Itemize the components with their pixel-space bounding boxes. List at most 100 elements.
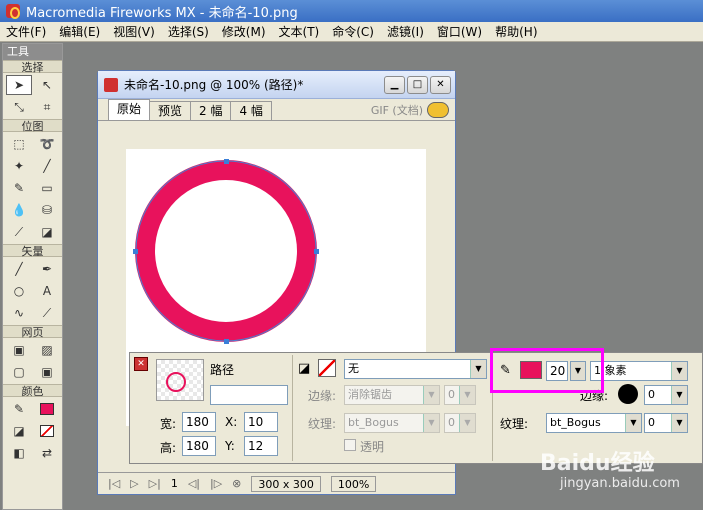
fill-texture-dropdown[interactable]: bt_Bogus ▼	[344, 413, 440, 433]
fill-edge-dropdown[interactable]: 消除锯齿 ▼	[344, 385, 440, 405]
height-input[interactable]: 180	[182, 436, 216, 456]
brush-tool-icon[interactable]: ╱	[34, 156, 60, 176]
path-point-top[interactable]	[224, 159, 229, 164]
baidu-watermark-url: jingyan.baidu.com	[560, 476, 680, 491]
fill-edge-amount[interactable]: 0 ▼	[444, 385, 476, 405]
document-icon	[104, 77, 118, 92]
swap-colors-icon[interactable]: ⇄	[34, 443, 60, 463]
scale-tool-icon[interactable]: ⤡	[6, 97, 32, 117]
menu-text[interactable]: 文本(T)	[279, 23, 320, 40]
menu-edit[interactable]: 编辑(E)	[59, 23, 100, 40]
line-tool-icon[interactable]: ╱	[6, 259, 32, 279]
rubber-stamp-tool-icon[interactable]: ⛁	[34, 200, 60, 220]
paint-bucket-tool-icon[interactable]: ◪	[34, 222, 60, 242]
blur-tool-icon[interactable]: 💧	[6, 200, 32, 220]
fill-texture-amount[interactable]: 0 ▼	[444, 413, 476, 433]
play-icon[interactable]: ▷	[130, 477, 138, 490]
height-label: 高:	[160, 441, 177, 455]
stroke-texture-dropdown[interactable]: bt_Bogus ▼	[546, 413, 642, 433]
pink-ring[interactable]	[135, 160, 317, 342]
stroke-color-swatch[interactable]	[34, 399, 60, 419]
tab-original[interactable]: 原始	[108, 99, 151, 120]
menu-filters[interactable]: 滤镜(I)	[387, 23, 424, 40]
tools-section-bitmap: 位图	[3, 119, 62, 133]
property-close-icon[interactable]: ✕	[134, 357, 148, 371]
document-tabs: 原始 预览 2 幅 4 幅 GIF (文档)	[98, 99, 455, 121]
fill-texture-value: bt_Bogus	[348, 416, 399, 429]
show-slices-icon[interactable]: ▣	[34, 362, 60, 382]
magic-wand-tool-icon[interactable]: ✦	[6, 156, 32, 176]
fill-texture-num: 0	[448, 416, 455, 429]
document-title-bar: 未命名-10.png @ 100% (路径)* ▁ □ ✕	[98, 71, 455, 99]
menu-select[interactable]: 选择(S)	[168, 23, 209, 40]
app-title-bar: Macromedia Fireworks MX - 未命名-10.png	[0, 0, 703, 22]
stroke-texture-amount[interactable]: 0 ▼	[644, 413, 688, 433]
next-frame-icon[interactable]: |▷	[210, 477, 222, 490]
zoom-level[interactable]: 100%	[330, 475, 377, 492]
minimize-button[interactable]: ▁	[384, 75, 405, 94]
x-label: X:	[225, 415, 238, 429]
close-button[interactable]: ✕	[430, 75, 451, 94]
y-input[interactable]: 12	[244, 436, 278, 456]
stroke-texture-value: bt_Bogus	[550, 416, 601, 429]
default-colors-icon[interactable]: ◧	[6, 443, 32, 463]
menu-file[interactable]: 文件(F)	[6, 23, 46, 40]
lasso-tool-icon[interactable]: ➰	[34, 134, 60, 154]
hotspot-tool-icon[interactable]: ▣	[6, 340, 32, 360]
hide-slices-icon[interactable]: ▢	[6, 362, 32, 382]
stop-icon[interactable]: ⊗	[232, 477, 241, 490]
tab-4-up[interactable]: 4 幅	[230, 101, 272, 120]
pointer-tool-icon[interactable]: ➤	[6, 75, 32, 95]
fill-color-box[interactable]	[318, 359, 336, 377]
chevron-down-icon: ▼	[423, 414, 439, 432]
stroke-type-dropdown[interactable]: 1 象素 ▼	[590, 361, 688, 381]
menu-modify[interactable]: 修改(M)	[222, 23, 266, 40]
chevron-down-icon: ▼	[671, 386, 687, 404]
text-tool-icon[interactable]: A	[34, 281, 60, 301]
width-input[interactable]: 180	[182, 412, 216, 432]
menu-view[interactable]: 视图(V)	[113, 23, 155, 40]
object-name-input[interactable]	[210, 385, 288, 405]
fill-color-swatch[interactable]	[34, 421, 60, 441]
tab-2-up[interactable]: 2 幅	[190, 101, 232, 120]
pen-tool-icon[interactable]: ✒	[34, 259, 60, 279]
fill-edge-label: 边缘:	[308, 389, 337, 403]
transparent-checkbox[interactable]	[344, 439, 356, 451]
freeform-tool-icon[interactable]: ∿	[6, 303, 32, 323]
maximize-button[interactable]: □	[407, 75, 428, 94]
path-point-right[interactable]	[314, 249, 319, 254]
path-point-bottom[interactable]	[224, 339, 229, 344]
stroke-swatch-fill	[40, 403, 54, 415]
document-status-bar: |◁ ▷ ▷| 1 ◁| |▷ ⊗ 300 x 300 100%	[98, 472, 455, 494]
stroke-edge-num: 0	[648, 388, 655, 401]
fireworks-app-icon	[6, 4, 20, 19]
subselect-tool-icon[interactable]: ↖	[34, 75, 60, 95]
knife-tool-icon[interactable]: ⟋	[34, 303, 60, 323]
tab-preview[interactable]: 预览	[149, 101, 192, 120]
slice-tool-icon[interactable]: ▨	[34, 340, 60, 360]
marquee-tool-icon[interactable]: ⬚	[6, 134, 32, 154]
ellipse-tool-icon[interactable]: ○	[6, 281, 32, 301]
path-point-left[interactable]	[133, 249, 138, 254]
eraser-tool-icon[interactable]: ▭	[34, 178, 60, 198]
x-input[interactable]: 10	[244, 412, 278, 432]
thumbnail-ring-icon	[166, 372, 186, 392]
stroke-highlight-box	[490, 348, 604, 393]
prev-frame-icon[interactable]: ◁|	[188, 477, 200, 490]
tools-panel-header[interactable]: 工具	[3, 44, 62, 60]
stroke-edge-amount[interactable]: 0 ▼	[644, 385, 688, 405]
fill-type-dropdown[interactable]: 无 ▼	[344, 359, 487, 379]
menu-window[interactable]: 窗口(W)	[437, 23, 482, 40]
crop-tool-icon[interactable]: ⌗	[34, 97, 60, 117]
stroke-edge-preview	[618, 384, 638, 404]
quick-export-icon[interactable]	[427, 101, 449, 118]
first-frame-icon[interactable]: |◁	[108, 477, 120, 490]
object-type-label: 路径	[210, 363, 235, 377]
menu-commands[interactable]: 命令(C)	[332, 23, 374, 40]
menu-help[interactable]: 帮助(H)	[495, 23, 537, 40]
tools-section-vector: 矢量	[3, 244, 62, 258]
last-frame-icon[interactable]: ▷|	[149, 477, 161, 490]
pencil-tool-icon[interactable]: ✎	[6, 178, 32, 198]
eyedropper-tool-icon[interactable]: ⟋	[6, 222, 32, 242]
app-title: Macromedia Fireworks MX - 未命名-10.png	[26, 5, 298, 21]
